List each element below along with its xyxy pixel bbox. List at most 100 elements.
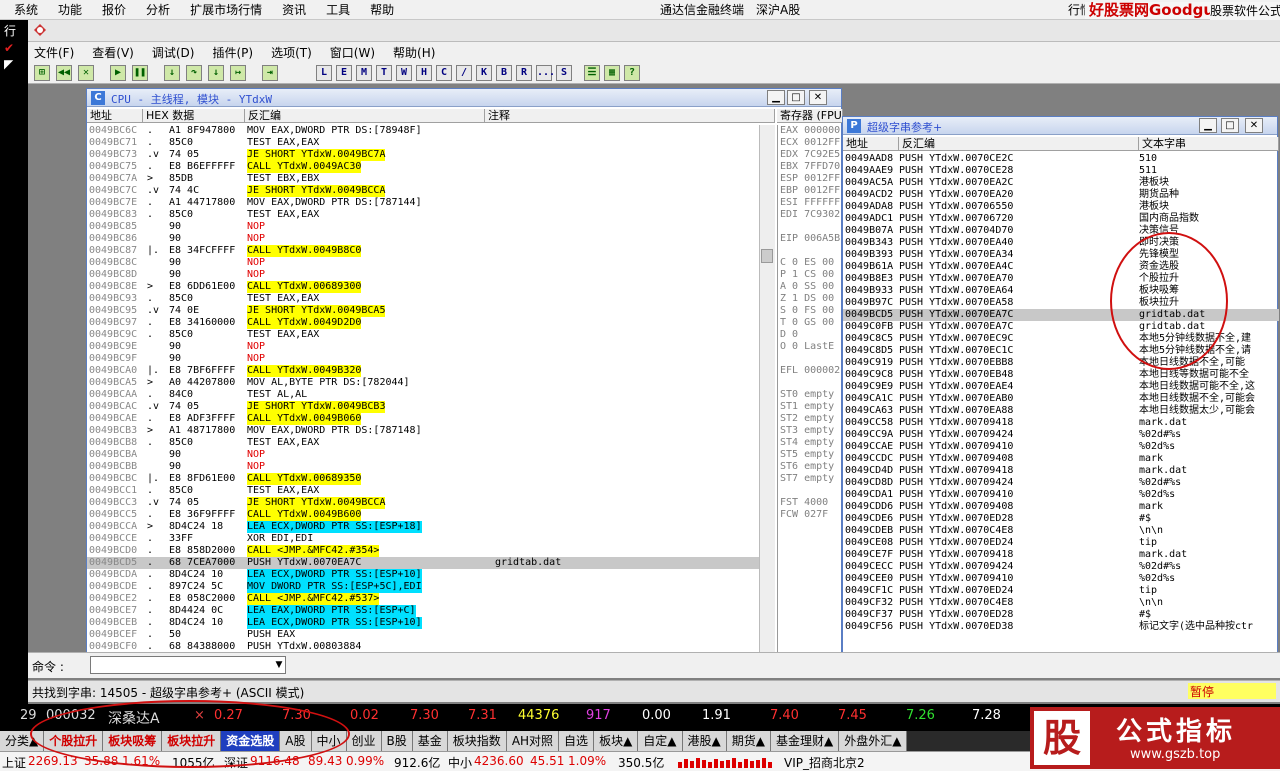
string-row[interactable]: 0049CCAE PUSH YTdxW.00709410 %02d%s [843, 441, 1279, 453]
disasm-row[interactable]: 0049BC86 90 NOP [87, 233, 759, 245]
toolbar-letter-button[interactable]: L [316, 65, 332, 81]
cpu-scrollbar[interactable] [759, 125, 775, 655]
tdx-menu-item[interactable]: 系统 [0, 0, 44, 20]
col-disasm[interactable]: 反汇编 [245, 109, 485, 123]
maximize-button[interactable]: □ [1221, 118, 1239, 133]
board-tab[interactable]: AH对照 [506, 731, 560, 751]
string-row[interactable]: 0049ACD2 PUSH YTdxW.0070EA20 期货品种 [843, 189, 1279, 201]
toolbar-letter-button[interactable]: T [376, 65, 392, 81]
disasm-row[interactable]: 0049BCCA >8D4C24 18 LEA ECX,DWORD PTR SS:[… [87, 521, 759, 533]
col-disasm[interactable]: 反汇编 [899, 137, 1139, 151]
command-dropdown-icon[interactable]: ▼ [272, 657, 286, 673]
ollydbg-bug-icon[interactable] [32, 22, 48, 38]
tdx-menu-item[interactable]: 报价 [88, 0, 132, 20]
string-row[interactable]: 0049CEE0 PUSH YTdxW.00709410 %02d%s [843, 573, 1279, 585]
col-comment[interactable]: 注释 [485, 109, 775, 123]
disasm-row[interactable]: 0049BC9C. 85C0 TEST EAX,EAX [87, 329, 759, 341]
toolbar-letter-button[interactable]: B [496, 65, 512, 81]
board-tab[interactable]: 基金理财▲ [771, 731, 840, 751]
toolbar-letter-button[interactable]: W [396, 65, 412, 81]
string-row[interactable]: 0049ADC1 PUSH YTdxW.00706720 国内商品指数 [843, 213, 1279, 225]
col-text[interactable]: 文本字串 [1139, 137, 1279, 151]
string-row[interactable]: 0049CDE6 PUSH YTdxW.0070ED28 #$ [843, 513, 1279, 525]
string-row[interactable]: 0049CE08 PUSH YTdxW.0070ED24 tip [843, 537, 1279, 549]
board-tab[interactable]: 板块指数 [447, 731, 507, 751]
toolbar-letter-button[interactable]: / [456, 65, 472, 81]
string-row[interactable]: 0049CDA1 PUSH YTdxW.00709410 %02d%s [843, 489, 1279, 501]
disasm-row[interactable]: 0049BC73 .v 74 05 JE SHORT YTdxW.0049BC7A [87, 149, 759, 161]
toolbar-icon[interactable]: ⊞ [34, 65, 50, 81]
toolbar-icon[interactable]: ⇥ [262, 65, 278, 81]
tdx-menu-item[interactable]: 功能 [44, 0, 88, 20]
od-menu-item[interactable]: 调试(D) [152, 44, 195, 61]
disasm-row[interactable]: 0049BC8C 90 NOP [87, 257, 759, 269]
disasm-row[interactable]: 0049BCD0. E8 858D2000 CALL <JMP.&MFC42.#35… [87, 545, 759, 557]
ad-banner[interactable]: 股 公式指标 www.gszb.top [1030, 707, 1280, 769]
board-tab[interactable]: 创业 [346, 731, 382, 751]
disasm-row[interactable]: 0049BC87 |. E8 34FCFFFF CALL YTdxW.0049B8C0 [87, 245, 759, 257]
disasm-row[interactable]: 0049BCDE. 897C24 5C MOV DWORD PTR SS:[ESP+… [87, 581, 759, 593]
toolbar-icon[interactable]: ✕ [78, 65, 94, 81]
disasm-row[interactable]: 0049BC97. E8 34160000 CALL YTdxW.0049D2D0 [87, 317, 759, 329]
tdx-menu-item[interactable]: 工具 [312, 0, 356, 20]
string-row[interactable]: 0049CF32 PUSH YTdxW.0070C4E8 \n\n [843, 597, 1279, 609]
close-button[interactable]: ✕ [1245, 118, 1263, 133]
disasm-row[interactable]: 0049BC7E. A1 44717800 MOV EAX,DWORD PTR DS… [87, 197, 759, 209]
toolbar-letter-button[interactable]: E [336, 65, 352, 81]
string-row[interactable]: 0049AAD8 PUSH YTdxW.0070CE2C 510 [843, 153, 1279, 165]
toolbar-icon[interactable]: ↷ [186, 65, 202, 81]
string-row[interactable]: 0049CF37 PUSH YTdxW.0070ED28 #$ [843, 609, 1279, 621]
toolbar-letter-button[interactable]: ... [536, 65, 555, 81]
disasm-row[interactable]: 0049BCEF. 50 PUSH EAX [87, 629, 759, 641]
board-tab[interactable]: 基金 [412, 731, 448, 751]
disasm-row[interactable]: 0049BC7C .v 74 4C JE SHORT YTdxW.0049BCCA [87, 185, 759, 197]
disasm-row[interactable]: 0049BCC5. E8 36F9FFFF CALL YTdxW.0049B600 [87, 509, 759, 521]
string-row[interactable]: 0049ADA8 PUSH YTdxW.00706550 港板块 [843, 201, 1279, 213]
toolbar-icon[interactable]: ❚❚ [132, 65, 148, 81]
string-row[interactable]: 0049CECC PUSH YTdxW.00709424 %02d#%s [843, 561, 1279, 573]
toolbar-letter-button[interactable]: C [436, 65, 452, 81]
disasm-row[interactable]: 0049BCBC |. E8 8FD61E00 CALL YTdxW.00689350 [87, 473, 759, 485]
col-hex[interactable]: HEX 数据 [143, 109, 245, 123]
string-row[interactable]: 0049CD8D PUSH YTdxW.00709424 %02d#%s [843, 477, 1279, 489]
col-regs[interactable]: 寄存器 (FPU) [777, 109, 843, 123]
disasm-row[interactable]: 0049BCAA. 84C0 TEST AL,AL [87, 389, 759, 401]
string-row[interactable]: 0049CF1C PUSH YTdxW.0070ED24 tip [843, 585, 1279, 597]
strings-list[interactable]: 0049AAD8 PUSH YTdxW.0070CE2C 510 0049AAE9 PU… [843, 153, 1279, 653]
string-row[interactable]: 0049AC5A PUSH YTdxW.0070EA2C 港板块 [843, 177, 1279, 189]
string-row[interactable]: 0049C8D5 PUSH YTdxW.0070EC1C 本地5分钟线数据不全,请 [843, 345, 1279, 357]
od-menu-item[interactable]: 选项(T) [271, 44, 312, 61]
string-row[interactable]: 0049AAE9 PUSH YTdxW.0070CE28 511 [843, 165, 1279, 177]
board-tab[interactable]: 自定▲ [638, 731, 683, 751]
close-button[interactable]: ✕ [809, 90, 827, 105]
disasm-row[interactable]: 0049BC8D 90 NOP [87, 269, 759, 281]
disasm-row[interactable]: 0049BC6C. A1 8F947800 MOV EAX,DWORD PTR DS… [87, 125, 759, 137]
disasm-row[interactable]: 0049BCE7. 8D4424 0C LEA EAX,DWORD PTR SS:[… [87, 605, 759, 617]
string-row[interactable]: 0049C919 PUSH YTdxW.0070EBB8 本地日线数据不全,可能 [843, 357, 1279, 369]
tdx-menu-item[interactable]: 资讯 [268, 0, 312, 20]
toolbar-icon[interactable]: ◀◀ [56, 65, 72, 81]
disasm-row[interactable]: 0049BC95 .v 74 0E JE SHORT YTdxW.0049BCA5 [87, 305, 759, 317]
tdx-menu-item[interactable]: 帮助 [356, 0, 400, 20]
toolbar-icon[interactable]: ↓ [208, 65, 224, 81]
toolbar-icon[interactable]: ↓ [164, 65, 180, 81]
string-row[interactable]: 0049CA63 PUSH YTdxW.0070EA88 本地日线数据太少,可能会 [843, 405, 1279, 417]
toolbar-icon[interactable]: ▦ [604, 65, 620, 81]
toolbar-icon[interactable]: ↦ [230, 65, 246, 81]
string-row[interactable]: 0049B07A PUSH YTdxW.00704D70 决策信号 [843, 225, 1279, 237]
string-row[interactable]: 0049C9E9 PUSH YTdxW.0070EAE4 本地日线数据可能不全,这 [843, 381, 1279, 393]
toolbar-letter-button[interactable]: M [356, 65, 372, 81]
disasm-row[interactable]: 0049BC85 90 NOP [87, 221, 759, 233]
disasm-row[interactable]: 0049BCAE. E8 ADF3FFFF CALL YTdxW.0049B060 [87, 413, 759, 425]
command-input[interactable] [90, 656, 286, 674]
disasm-row[interactable]: 0049BC9E 90 NOP [87, 341, 759, 353]
board-tab[interactable]: 板块▲ [594, 731, 639, 751]
minimize-button[interactable]: ▁ [767, 90, 785, 105]
string-row[interactable]: 0049CC58 PUSH YTdxW.00709418 mark.dat [843, 417, 1279, 429]
od-menu-item[interactable]: 帮助(H) [393, 44, 435, 61]
disasm-row[interactable]: 0049BCEB. 8D4C24 10 LEA ECX,DWORD PTR SS:[… [87, 617, 759, 629]
board-tab[interactable]: 自选 [559, 731, 595, 751]
col-address[interactable]: 地址 [843, 137, 899, 151]
disasm-row[interactable]: 0049BC9F 90 NOP [87, 353, 759, 365]
disasm-row[interactable]: 0049BC83. 85C0 TEST EAX,EAX [87, 209, 759, 221]
